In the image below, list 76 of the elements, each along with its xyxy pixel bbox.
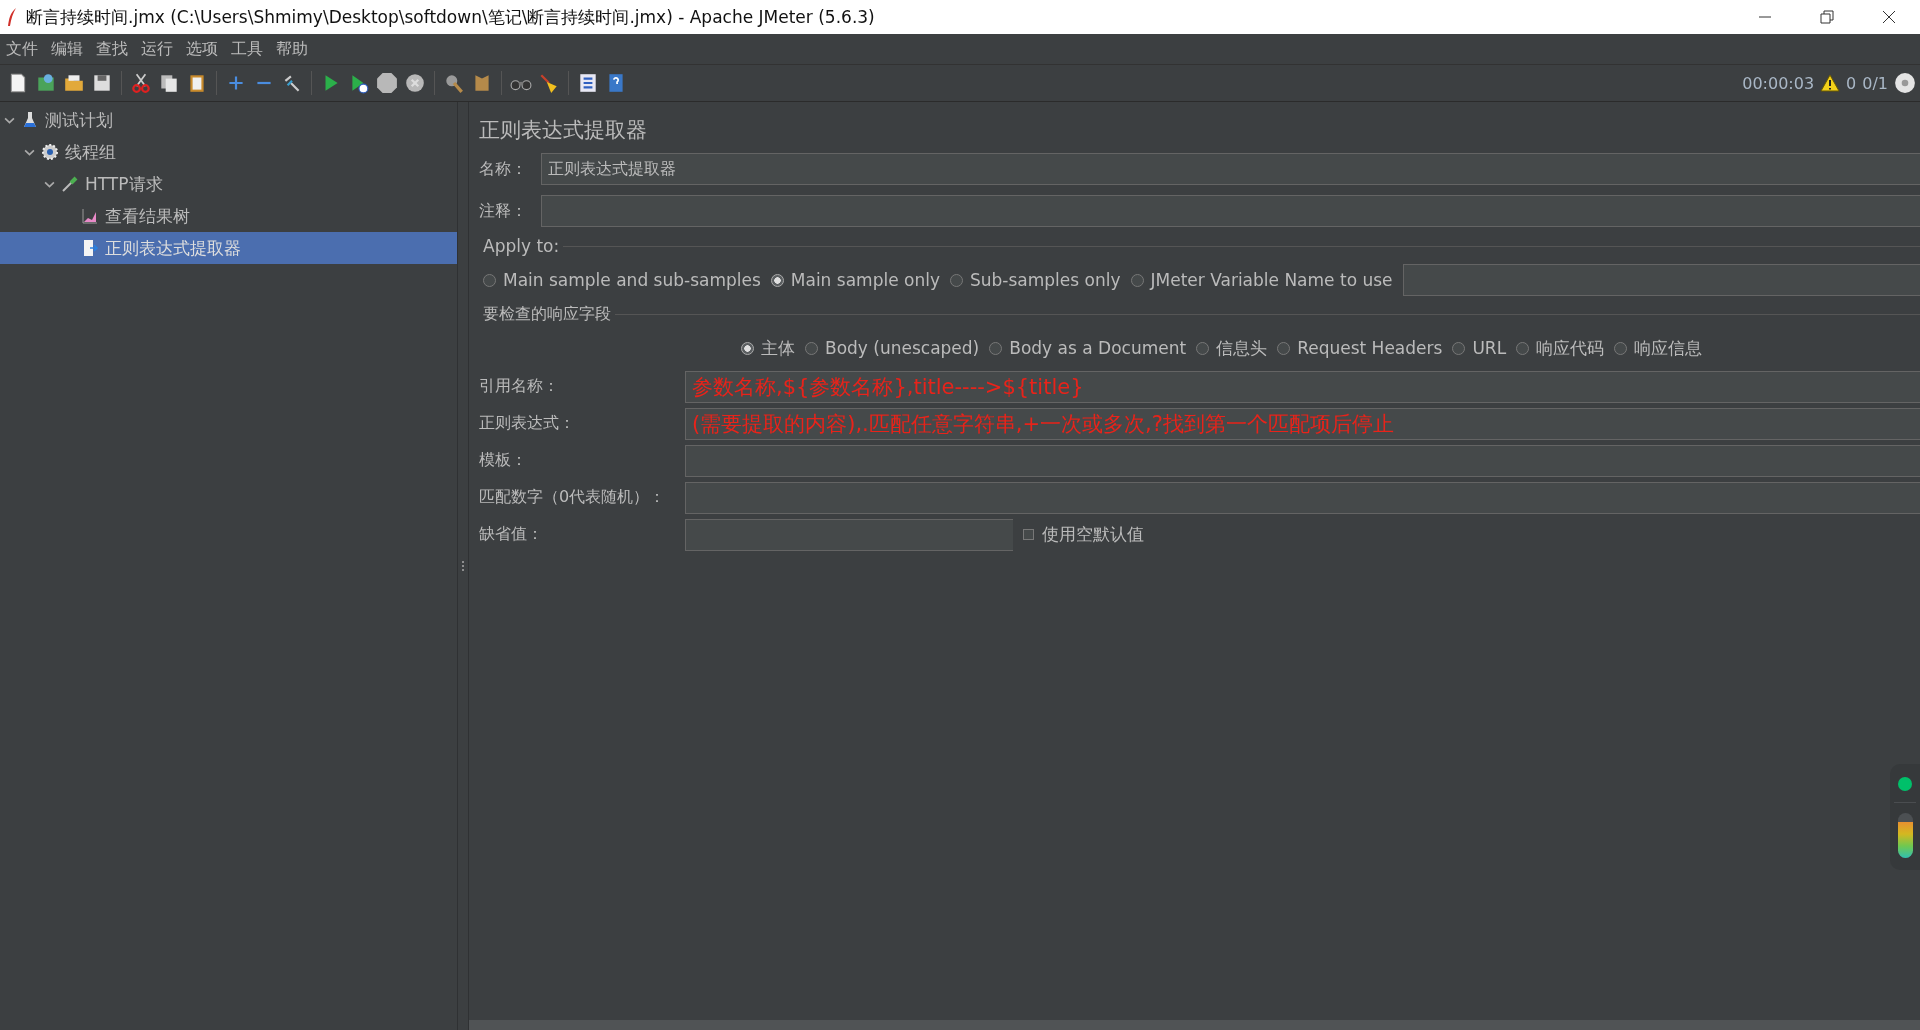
menu-item[interactable]: 文件	[6, 38, 38, 60]
radio-label[interactable]: 主体	[761, 336, 795, 360]
warning-count: 0	[1846, 73, 1857, 93]
radio-button[interactable]	[483, 273, 496, 287]
feather-icon	[6, 7, 18, 27]
group-legend: 要检查的响应字段	[483, 303, 611, 325]
field-label: 注释：	[479, 200, 528, 222]
menu-item[interactable]: 查找	[96, 38, 128, 60]
radio-button[interactable]	[989, 341, 1003, 355]
chart-icon	[81, 207, 99, 225]
radio-label[interactable]: Request Headers	[1297, 338, 1443, 358]
menu-item[interactable]: 编辑	[51, 38, 83, 60]
field-label: 名称：	[479, 158, 528, 180]
tree-item[interactable]: 查看结果树	[0, 200, 457, 232]
checkbox[interactable]: 使用空默认值	[1023, 523, 1144, 546]
text-field[interactable]	[685, 444, 1920, 477]
shutdown-icon[interactable]	[404, 72, 426, 94]
radio-label[interactable]: Body (unescaped)	[825, 338, 980, 358]
radio-button[interactable]	[1516, 341, 1530, 355]
menu-item[interactable]: 运行	[141, 38, 173, 60]
pipette-icon	[61, 175, 79, 193]
status-dot-icon	[1897, 776, 1913, 792]
thread-count: 0/1	[1862, 73, 1888, 93]
radio-button[interactable]	[1277, 341, 1291, 355]
list-icon[interactable]	[577, 72, 599, 94]
radio-button[interactable]	[805, 341, 818, 355]
tree-item[interactable]: HTTP请求	[0, 168, 457, 200]
menu-item[interactable]: 工具	[231, 38, 263, 60]
comment-field[interactable]	[541, 195, 1920, 227]
field-label: 匹配数字（0代表随机）：	[479, 487, 667, 508]
save-icon[interactable]	[91, 72, 113, 94]
flask-icon	[21, 111, 39, 129]
radio-button[interactable]	[950, 273, 963, 287]
status-indicator-icon	[1894, 72, 1916, 94]
stop-icon[interactable]	[376, 72, 398, 94]
field-label: 模板：	[479, 450, 528, 471]
gear-icon	[41, 143, 59, 161]
radio-button[interactable]	[1130, 273, 1144, 287]
window-title: 断言持续时间.jmx (C:\Users\Shmimy\Desktop\softdown\笔记\断言持续时间.jmx) - Apache JMeter (5.6.3)	[26, 5, 875, 29]
open-folder-icon[interactable]	[63, 72, 85, 94]
radio-label[interactable]: Body as a Document	[1009, 338, 1187, 358]
radio-button[interactable]	[1614, 341, 1628, 355]
radio-button[interactable]	[1196, 341, 1210, 355]
splitter-handle-icon[interactable]	[461, 560, 465, 572]
field-label: 引用名称：	[479, 376, 560, 397]
name-field[interactable]: 正则表达式提取器	[541, 153, 1920, 185]
radio-button[interactable]	[1452, 341, 1466, 355]
warning-icon[interactable]	[1820, 74, 1841, 92]
cut-icon[interactable]	[130, 72, 152, 94]
tree-item[interactable]: 线程组	[0, 136, 457, 168]
text-field[interactable]	[685, 481, 1920, 514]
panel-title: 正则表达式提取器	[479, 117, 648, 144]
field-label: 正则表达式：	[479, 413, 576, 434]
group-legend: Apply to:	[483, 236, 560, 256]
tree-item[interactable]: 正则表达式提取器	[0, 232, 457, 264]
radio-label[interactable]: Sub-samples only	[970, 270, 1121, 290]
default-value-field[interactable]	[685, 518, 1013, 551]
field-label: 缺省值：	[479, 524, 544, 545]
copy-icon[interactable]	[158, 72, 180, 94]
radio-label[interactable]: JMeter Variable Name to use	[1150, 270, 1393, 290]
tree-item[interactable]: 测试计划	[0, 104, 457, 136]
broom-icon[interactable]	[538, 72, 560, 94]
variable-name-field[interactable]	[1402, 264, 1920, 296]
radio-label[interactable]: 响应信息	[1634, 336, 1703, 360]
radio-button[interactable]	[741, 341, 754, 355]
radio-label[interactable]: Main sample and sub-samples	[503, 270, 761, 290]
radio-label[interactable]: 响应代码	[1536, 336, 1605, 360]
elapsed-time: 00:00:03	[1742, 73, 1815, 93]
radio-label[interactable]: 信息头	[1216, 336, 1268, 360]
radio-label[interactable]: URL	[1472, 338, 1507, 358]
menu-item[interactable]: 帮助	[276, 38, 308, 60]
radio-button[interactable]	[770, 273, 784, 287]
menu-item[interactable]: 选项	[186, 38, 218, 60]
horizontal-scrollbar[interactable]	[469, 1020, 1920, 1030]
document-arrow-icon	[81, 239, 99, 257]
radio-label[interactable]: Main sample only	[790, 270, 940, 290]
